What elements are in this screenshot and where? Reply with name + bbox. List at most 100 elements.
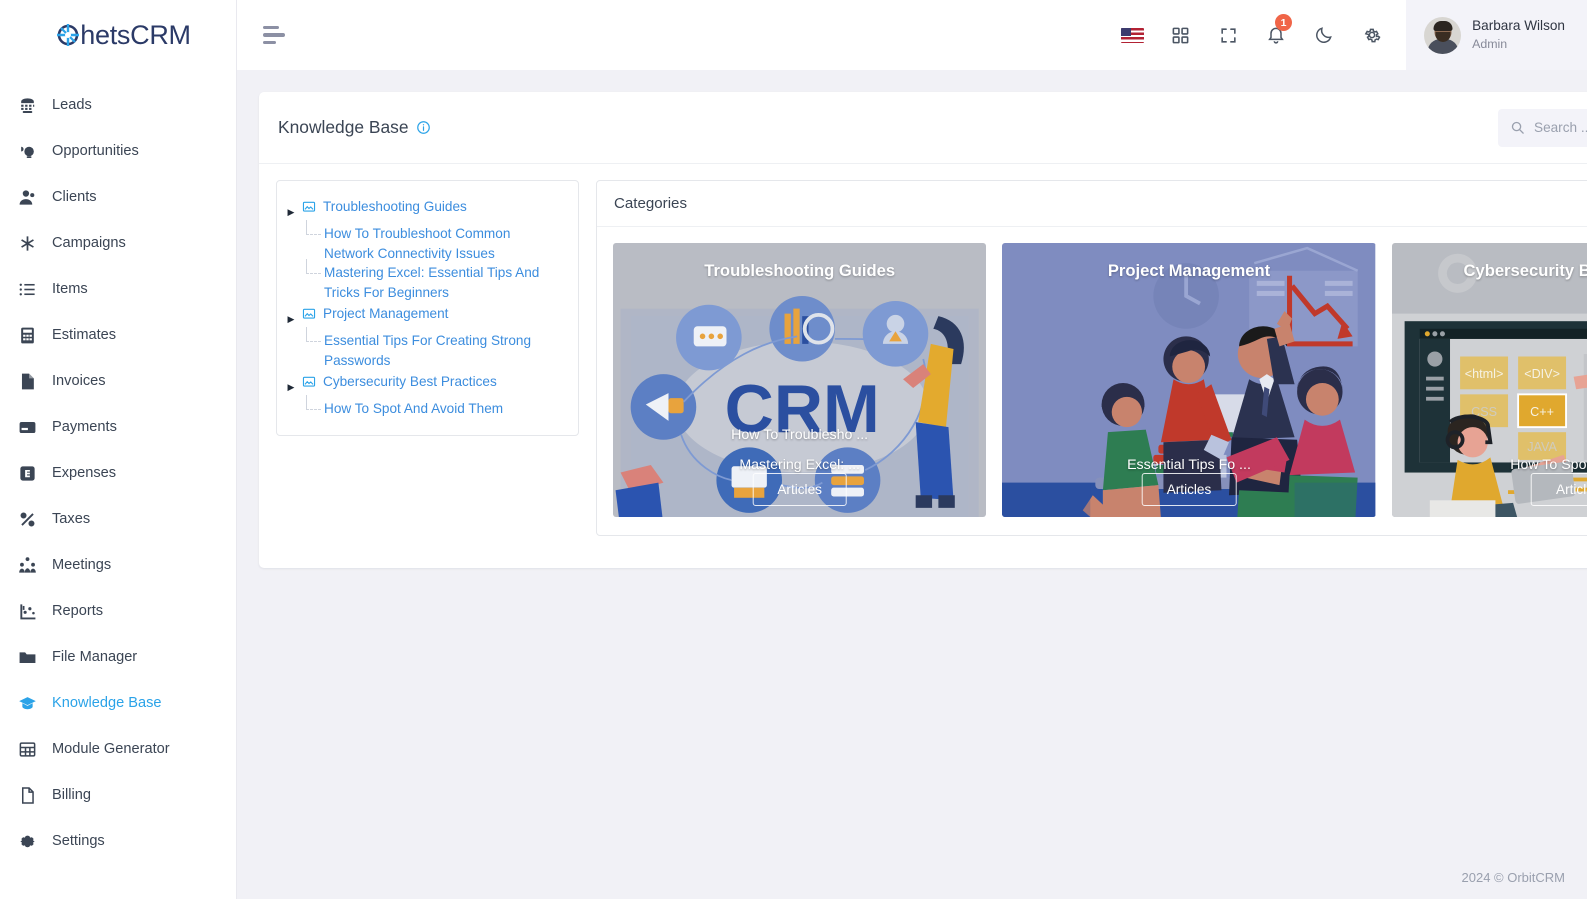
- sidebar-item-leads[interactable]: Leads: [0, 82, 236, 128]
- us-flag: [1120, 27, 1144, 43]
- logo-mark-icon: [51, 18, 85, 52]
- topbar-actions: 1 Barbara Wilson Admin: [1108, 0, 1587, 70]
- category-cards: CRM Troubleshooting Guides How To Troubl…: [597, 227, 1587, 535]
- document-icon: [17, 785, 38, 806]
- sidebar-item-reports[interactable]: Reports: [0, 588, 236, 634]
- articles-button[interactable]: Articles: [1531, 473, 1587, 506]
- tree-article-label: Essential Tips For Creating Strong Passw…: [324, 333, 532, 368]
- tree-connector: [302, 395, 324, 419]
- articles-button[interactable]: Articles: [1141, 473, 1237, 506]
- sidebar-item-label: Items: [52, 281, 88, 297]
- content-area: Knowledge Base Search ... ▶ Troubleshoot…: [237, 70, 1587, 899]
- dark-mode-moon-icon[interactable]: [1300, 0, 1348, 70]
- category-card-cybersecurity-best-practices[interactable]: </> <html>: [1391, 243, 1587, 517]
- sidebar-item-meetings[interactable]: Meetings: [0, 542, 236, 588]
- categories-panel: Categories CRM Troubleshooting Guides Ho…: [596, 180, 1587, 536]
- sidebar-item-label: File Manager: [52, 649, 138, 665]
- search-field-wrap[interactable]: [1498, 108, 1587, 147]
- sidebar-item-label: Estimates: [52, 327, 117, 343]
- chart-icon: [17, 601, 38, 622]
- file-icon: [17, 371, 38, 392]
- sidebar-item-expenses[interactable]: Expenses: [0, 450, 236, 496]
- sidebar-item-campaigns[interactable]: Campaigns: [0, 220, 236, 266]
- user-icon: [17, 187, 38, 208]
- sidebar-item-label: Reports: [52, 603, 104, 619]
- app-logo[interactable]: hetsCRM: [0, 0, 236, 70]
- sidebar-item-file-manager[interactable]: File Manager: [0, 634, 236, 680]
- tree-category[interactable]: ▶ Cybersecurity Best Practices: [286, 370, 568, 399]
- sidebar-item-invoices[interactable]: Invoices: [0, 358, 236, 404]
- sidebar-item-taxes[interactable]: Taxes: [0, 496, 236, 542]
- image-icon: [302, 372, 317, 394]
- tree-connector: [302, 259, 324, 283]
- sidebar-item-label: Invoices: [52, 373, 106, 389]
- avatar: [1424, 16, 1462, 54]
- tree-article[interactable]: Mastering Excel: Essential Tips And Tric…: [286, 259, 568, 302]
- gear-icon[interactable]: [1348, 0, 1396, 70]
- page-title: Knowledge Base: [278, 117, 431, 138]
- fullscreen-icon[interactable]: [1204, 0, 1252, 70]
- sidebar-item-opportunities[interactable]: Opportunities: [0, 128, 236, 174]
- people-icon: [17, 555, 38, 576]
- sidebar-item-label: Billing: [52, 787, 91, 803]
- calculator-icon: [17, 325, 38, 346]
- category-card-article: How To Troublesho ...: [731, 427, 869, 443]
- category-card-article: How To Spot And A ...: [1510, 457, 1587, 473]
- user-role: Admin: [1472, 36, 1508, 51]
- sidebar-item-module-generator[interactable]: Module Generator: [0, 726, 236, 772]
- tree-article[interactable]: How To Spot And Avoid Them: [286, 395, 568, 419]
- categories-heading: Categories: [597, 181, 1587, 227]
- sidebar-item-payments[interactable]: Payments: [0, 404, 236, 450]
- category-card-project-management[interactable]: Project Management Essential Tips Fo ...…: [1002, 243, 1376, 517]
- sidebar: hetsCRM Leads Opportunities Clients Camp…: [0, 0, 237, 899]
- search-group: [1498, 108, 1587, 147]
- user-menu[interactable]: Barbara Wilson Admin: [1406, 0, 1587, 70]
- sidebar-item-estimates[interactable]: Estimates: [0, 312, 236, 358]
- articles-button[interactable]: Articles: [752, 473, 847, 506]
- sidebar-item-label: Module Generator: [52, 741, 170, 757]
- logo-text: hetsCRM: [80, 19, 191, 50]
- sidebar-nav: Leads Opportunities Clients Campaigns It…: [0, 70, 236, 864]
- bell-icon[interactable]: 1: [1252, 0, 1300, 70]
- category-card-article: Essential Tips Fo ...: [1127, 457, 1251, 473]
- sidebar-item-billing[interactable]: Billing: [0, 772, 236, 818]
- sidebar-item-label: Meetings: [52, 557, 112, 573]
- svg-text:C++: C++: [1530, 405, 1554, 419]
- tree-article[interactable]: Essential Tips For Creating Strong Passw…: [286, 327, 568, 370]
- tree-article-label: Mastering Excel: Essential Tips And Tric…: [324, 265, 540, 300]
- sidebar-item-label: Payments: [52, 419, 117, 435]
- category-card-title: Project Management: [1107, 261, 1271, 280]
- sidebar-item-knowledge-base[interactable]: Knowledge Base: [0, 680, 236, 726]
- tree-category[interactable]: ▶ Project Management: [286, 302, 568, 331]
- main-area: 1 Barbara Wilson Admin Knowledge Base Se…: [237, 0, 1587, 899]
- graduation-cap-icon: [17, 693, 38, 714]
- tree-node: ▶ Troubleshooting Guides How To Troubles…: [286, 195, 568, 302]
- chevron-right-icon[interactable]: ▶: [286, 197, 296, 222]
- sidebar-item-settings[interactable]: Settings: [0, 818, 236, 864]
- page-body: ▶ Troubleshooting Guides How To Troubles…: [259, 164, 1587, 568]
- tree-article-label: How To Spot And Avoid Them: [324, 401, 504, 416]
- hamburger-icon[interactable]: [263, 22, 289, 48]
- tree-article[interactable]: How To Troubleshoot Common Network Conne…: [286, 220, 568, 263]
- category-card-troubleshooting-guides[interactable]: CRM Troubleshooting Guides How To Troubl…: [613, 243, 987, 517]
- image-icon: [302, 197, 317, 219]
- search-icon: [1511, 121, 1524, 134]
- page-header: Knowledge Base: [259, 92, 1587, 164]
- sidebar-item-label: Leads: [52, 97, 92, 113]
- chevron-right-icon[interactable]: ▶: [286, 304, 296, 329]
- category-card-title: Cybersecurity Best Practices: [1463, 261, 1587, 280]
- topbar: 1 Barbara Wilson Admin: [237, 0, 1587, 70]
- search-input[interactable]: [1525, 120, 1587, 135]
- sidebar-item-label: Expenses: [52, 465, 117, 481]
- apps-grid-icon[interactable]: [1156, 0, 1204, 70]
- sidebar-item-clients[interactable]: Clients: [0, 174, 236, 220]
- gear-icon: [17, 831, 38, 852]
- chevron-right-icon[interactable]: ▶: [286, 372, 296, 397]
- asterisk-icon: [17, 233, 38, 254]
- sidebar-item-items[interactable]: Items: [0, 266, 236, 312]
- language-flag-icon[interactable]: [1108, 0, 1156, 70]
- tree-category-label: Project Management: [323, 306, 449, 321]
- sidebar-item-label: Settings: [52, 833, 105, 849]
- tree-category[interactable]: ▶ Troubleshooting Guides: [286, 195, 568, 224]
- info-circle-icon[interactable]: [416, 120, 431, 135]
